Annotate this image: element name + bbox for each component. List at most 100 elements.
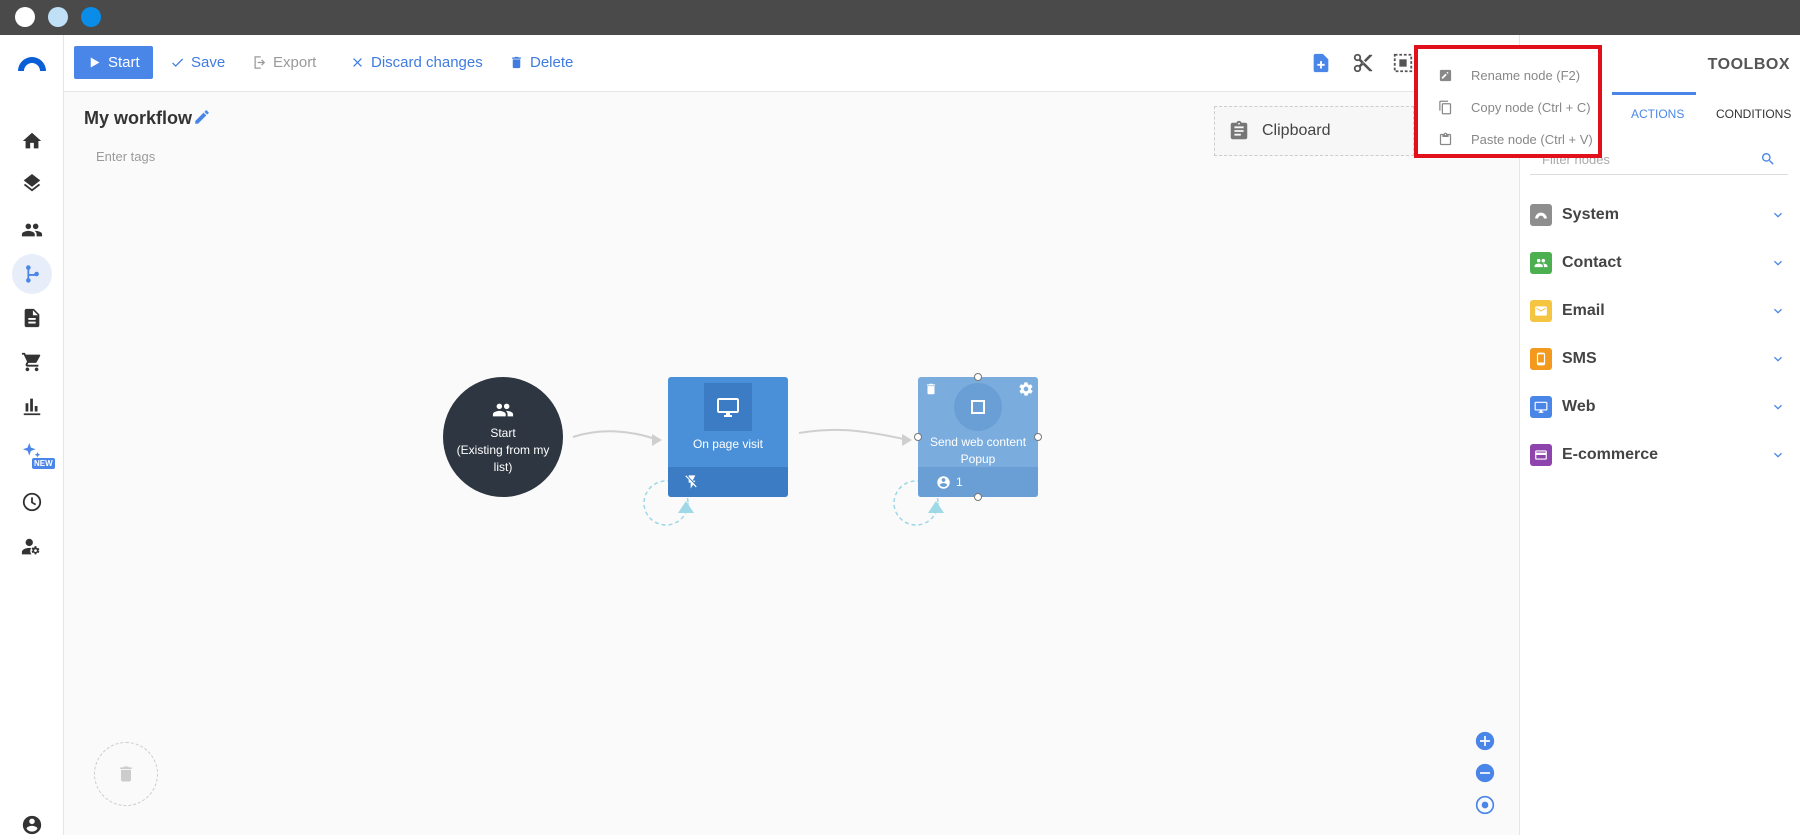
clipboard-label: Clipboard	[1262, 122, 1331, 139]
category-contact[interactable]: Contact	[1530, 248, 1792, 278]
save-button[interactable]: Save	[170, 46, 225, 79]
cut-button[interactable]	[1350, 50, 1376, 76]
account-icon	[22, 815, 42, 835]
nav-ai[interactable]: NEW	[12, 432, 55, 472]
category-sms[interactable]: SMS	[1530, 344, 1792, 374]
trash-icon	[512, 56, 521, 69]
copy-node-label: Copy node (Ctrl + C)	[1471, 99, 1591, 115]
popup-icon	[954, 383, 1002, 431]
add-node-button[interactable]	[1308, 50, 1334, 76]
copy-icon	[1439, 100, 1452, 114]
contacts-icon	[21, 223, 43, 237]
trash-icon[interactable]	[924, 382, 938, 396]
tab-actions[interactable]: ACTIONS	[1631, 107, 1684, 121]
recenter-icon[interactable]	[1475, 795, 1495, 815]
trash-icon	[120, 766, 132, 782]
action-node-web-popup[interactable]: Send web content Popup 1	[918, 377, 1038, 497]
window-maximize-button[interactable]	[81, 7, 101, 27]
start-button-label: Start	[108, 54, 140, 71]
export-icon	[254, 56, 266, 69]
document-icon	[24, 308, 40, 328]
category-ecommerce[interactable]: E-commerce	[1530, 440, 1792, 470]
zoom-in-icon[interactable]	[1475, 731, 1495, 751]
copy-node-menu-item[interactable]: Copy node (Ctrl + C)	[1418, 91, 1598, 123]
discard-changes-button[interactable]: Discard changes	[350, 46, 483, 79]
window-close-button[interactable]	[15, 7, 35, 27]
nav-dashboard[interactable]	[12, 482, 52, 522]
discard-button-label: Discard changes	[371, 54, 483, 71]
node-footer	[668, 467, 788, 497]
chevron-down-icon	[1774, 356, 1782, 362]
tags-input[interactable]: Enter tags	[96, 149, 155, 164]
select-area-button[interactable]	[1390, 50, 1416, 76]
window-minimize-button[interactable]	[48, 7, 68, 27]
edit-pencil-icon[interactable]	[193, 108, 211, 126]
category-system[interactable]: System	[1530, 200, 1792, 230]
node-context-menu: Rename node (F2) Copy node (Ctrl + C) Pa…	[1414, 45, 1602, 158]
group-icon	[492, 403, 514, 416]
rename-node-menu-item[interactable]: Rename node (F2)	[1418, 59, 1598, 91]
select-area-icon	[1393, 53, 1413, 73]
home-icon	[22, 132, 42, 149]
scissors-icon	[1353, 53, 1373, 73]
rename-icon	[1439, 69, 1452, 81]
delete-button-label: Delete	[530, 54, 574, 71]
contact-count-icon	[937, 475, 950, 489]
clipboard-icon	[1230, 120, 1248, 140]
clipboard-panel[interactable]: Clipboard	[1214, 106, 1414, 156]
nav-ecommerce[interactable]	[12, 342, 52, 382]
connection-handle-top[interactable]	[974, 373, 982, 381]
export-button-label: Export	[273, 54, 317, 71]
action-node-label: Send web content Popup	[929, 435, 1027, 466]
export-button[interactable]: Export	[252, 46, 316, 79]
cart-icon	[21, 352, 41, 372]
chevron-down-icon	[1774, 212, 1782, 218]
paste-node-label: Paste node (Ctrl + V)	[1471, 131, 1593, 147]
search-icon[interactable]	[1760, 151, 1776, 167]
category-web[interactable]: Web	[1530, 392, 1792, 422]
email-icon	[1530, 300, 1552, 322]
gear-icon[interactable]	[1018, 381, 1034, 397]
user-settings-icon	[21, 538, 40, 555]
app-logo[interactable]	[16, 55, 48, 71]
chevron-down-icon	[1774, 404, 1782, 410]
nav-account[interactable]	[12, 805, 52, 835]
system-icon	[1530, 204, 1552, 226]
nav-workflows[interactable]	[12, 254, 52, 294]
start-node-label: Start (Existing from my list)	[456, 425, 550, 474]
check-icon	[172, 58, 184, 67]
nav-layers[interactable]	[12, 165, 52, 205]
nav-documents[interactable]	[12, 298, 52, 338]
paste-node-menu-item[interactable]: Paste node (Ctrl + V)	[1418, 123, 1598, 155]
contact-count: 1	[956, 475, 963, 489]
tab-conditions[interactable]: CONDITIONS	[1716, 107, 1791, 121]
contact-icon	[1530, 252, 1552, 274]
category-label: Email	[1562, 302, 1605, 319]
nav-reports[interactable]	[12, 386, 52, 426]
connection-handle-left[interactable]	[914, 433, 922, 441]
flash-off-icon	[685, 475, 697, 489]
trigger-node-page-visit[interactable]: On page visit	[668, 377, 788, 497]
category-email[interactable]: Email	[1530, 296, 1792, 326]
window-titlebar	[0, 0, 1800, 35]
start-button[interactable]: Start	[74, 46, 153, 79]
nav-home[interactable]	[12, 121, 52, 161]
toolbox-title: TOOLBOX	[1707, 56, 1790, 73]
start-node[interactable]: Start (Existing from my list)	[443, 377, 563, 497]
nav-contacts[interactable]	[12, 210, 52, 250]
trigger-node-label: On page visit	[692, 437, 764, 451]
play-icon	[90, 57, 100, 68]
nav-user-settings[interactable]	[12, 527, 52, 567]
save-button-label: Save	[191, 54, 226, 71]
dashboard-icon	[22, 492, 42, 512]
paste-icon	[1439, 132, 1452, 145]
delete-button[interactable]: Delete	[509, 46, 573, 79]
connection-handle-bottom[interactable]	[974, 493, 982, 501]
trash-drop-zone[interactable]	[94, 742, 158, 806]
category-label: E-commerce	[1562, 446, 1659, 463]
rename-node-label: Rename node (F2)	[1471, 67, 1581, 83]
monitor-icon	[1530, 396, 1552, 418]
category-label: SMS	[1562, 350, 1597, 367]
zoom-out-icon[interactable]	[1475, 763, 1495, 783]
connection-handle-right[interactable]	[1034, 433, 1042, 441]
